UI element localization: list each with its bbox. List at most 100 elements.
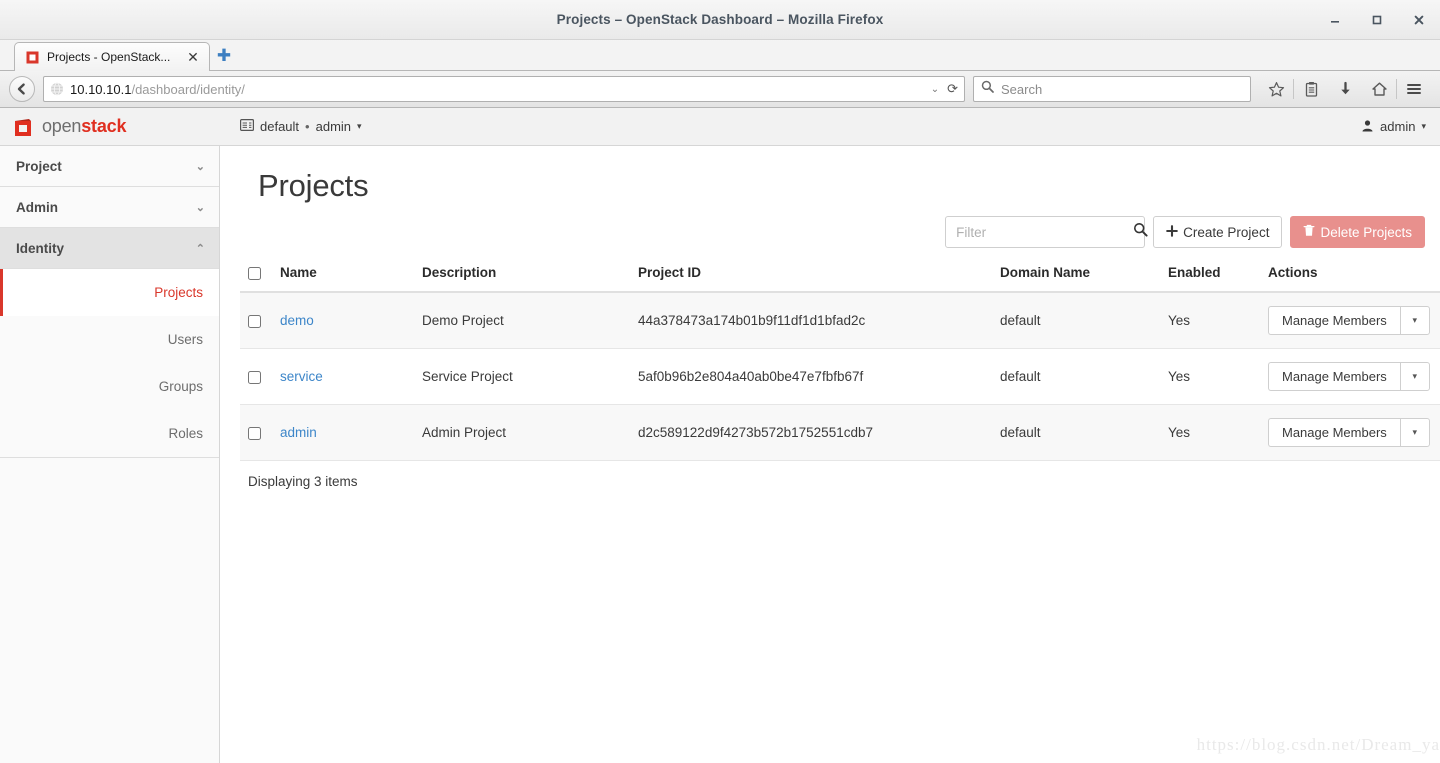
row-actions-dropdown-toggle[interactable]: ▾	[1399, 306, 1430, 335]
plus-icon	[1166, 224, 1179, 240]
chevron-down-icon[interactable]: ⌄	[931, 84, 939, 95]
browser-toolbar-icons	[1259, 75, 1431, 103]
window-title: Projects – OpenStack Dashboard – Mozilla…	[556, 12, 884, 27]
openstack-cube-icon	[12, 116, 34, 138]
sidebar-group-label: Project	[16, 158, 62, 174]
hamburger-menu-icon[interactable]	[1397, 75, 1431, 103]
cell-actions: Manage Members ▾	[1260, 292, 1440, 349]
back-button[interactable]	[9, 76, 35, 102]
cell-description: Service Project	[414, 348, 630, 405]
sidebar-item-groups[interactable]: Groups	[0, 363, 219, 410]
openstack-dashboard: openstack default • admin ▾ admin ▾ Proj…	[0, 108, 1440, 763]
sidebar-item-projects[interactable]: Projects	[0, 269, 219, 316]
url-path: /dashboard/identity/	[131, 81, 245, 97]
openstack-logo[interactable]: openstack	[12, 116, 208, 138]
cell-description: Admin Project	[414, 404, 630, 461]
browser-tab[interactable]: Projects - OpenStack... ✕	[14, 42, 210, 71]
cell-domain-name: default	[992, 292, 1160, 349]
user-icon	[1361, 119, 1374, 135]
cell-enabled: Yes	[1160, 348, 1260, 405]
project-link[interactable]: admin	[280, 425, 317, 440]
chevron-down-icon: ⌄	[195, 201, 205, 214]
browser-window: Projects – OpenStack Dashboard – Mozilla…	[0, 0, 1440, 763]
chevron-down-icon: ▾	[1421, 121, 1426, 131]
header-actions: Actions	[1260, 256, 1440, 293]
chevron-up-icon: ⌃	[195, 242, 205, 255]
address-bar-text: 10.10.10.1/dashboard/identity/	[70, 82, 925, 97]
star-icon[interactable]	[1259, 75, 1293, 103]
search-icon	[981, 80, 994, 98]
browser-search-placeholder: Search	[1001, 81, 1043, 97]
download-icon[interactable]	[1328, 75, 1362, 103]
window-titlebar: Projects – OpenStack Dashboard – Mozilla…	[0, 0, 1440, 40]
header-domain-name[interactable]: Domain Name	[992, 256, 1160, 293]
header-description[interactable]: Description	[414, 256, 630, 293]
filter-input[interactable]	[956, 224, 1134, 240]
context-separator: •	[305, 119, 310, 134]
clipboard-icon[interactable]	[1294, 75, 1328, 103]
manage-members-button[interactable]: Manage Members	[1268, 418, 1400, 447]
row-checkbox[interactable]	[248, 314, 261, 328]
row-checkbox[interactable]	[248, 426, 261, 440]
row-checkbox[interactable]	[248, 370, 261, 384]
manage-members-button[interactable]: Manage Members	[1268, 306, 1400, 335]
sidebar-item-label: Users	[167, 332, 203, 347]
globe-icon	[50, 82, 64, 96]
tab-close-icon[interactable]: ✕	[185, 50, 201, 64]
openstack-favicon-icon	[25, 50, 40, 65]
url-host: 10.10.10.1	[70, 81, 132, 97]
cell-name: admin	[272, 404, 414, 461]
header-name[interactable]: Name	[272, 256, 414, 293]
sidebar-group-identity[interactable]: Identity ⌃	[0, 228, 219, 269]
header-project-id[interactable]: Project ID	[630, 256, 992, 293]
maximize-icon[interactable]	[1366, 9, 1388, 31]
cell-project-id: 44a378473a174b01b9f11df1d1bfad2c	[630, 292, 992, 349]
row-select-cell	[240, 348, 272, 405]
sidebar-group-project[interactable]: Project ⌄	[0, 146, 219, 187]
sidebar-item-roles[interactable]: Roles	[0, 410, 219, 457]
sidebar-item-label: Groups	[158, 379, 203, 394]
home-icon[interactable]	[1362, 75, 1396, 103]
chevron-down-icon: ▾	[357, 121, 362, 131]
dashboard-header: openstack default • admin ▾ admin ▾	[0, 108, 1440, 146]
sidebar-item-label: Roles	[168, 426, 203, 441]
manage-members-button[interactable]: Manage Members	[1268, 362, 1400, 391]
table-body: demo Demo Project 44a378473a174b01b9f11d…	[240, 292, 1440, 461]
sidebar-item-users[interactable]: Users	[0, 316, 219, 363]
row-actions-dropdown-toggle[interactable]: ▾	[1399, 362, 1430, 391]
browser-navbar: 10.10.10.1/dashboard/identity/ ⌄ ⟳ Searc…	[0, 71, 1440, 108]
minimize-icon[interactable]	[1324, 9, 1346, 31]
cell-enabled: Yes	[1160, 404, 1260, 461]
header-enabled[interactable]: Enabled	[1160, 256, 1260, 293]
sidebar-group-label: Admin	[16, 199, 58, 215]
delete-projects-button[interactable]: Delete Projects	[1290, 216, 1425, 248]
sidebar: Project ⌄ Admin ⌄ Identity ⌃ Projects Us…	[0, 146, 220, 763]
openstack-wordmark: openstack	[42, 116, 126, 137]
window-controls	[1324, 0, 1430, 40]
sidebar-group-admin[interactable]: Admin ⌄	[0, 187, 219, 228]
logo-stack-text: stack	[81, 116, 127, 136]
cell-enabled: Yes	[1160, 292, 1260, 349]
filter-input-wrapper[interactable]	[945, 216, 1148, 248]
select-all-checkbox[interactable]	[248, 266, 261, 280]
table-row: admin Admin Project d2c589122d9f4273b572…	[240, 404, 1440, 461]
row-action-group: Manage Members ▾	[1268, 418, 1434, 447]
project-link[interactable]: service	[280, 369, 323, 384]
user-name: admin	[1380, 119, 1416, 134]
dashboard-body: Project ⌄ Admin ⌄ Identity ⌃ Projects Us…	[0, 146, 1440, 763]
browser-search-box[interactable]: Search	[973, 76, 1251, 102]
row-select-cell	[240, 404, 272, 461]
domain-icon	[240, 119, 255, 134]
close-icon[interactable]	[1408, 9, 1430, 31]
search-icon[interactable]	[1133, 222, 1148, 242]
create-project-button[interactable]: Create Project	[1153, 216, 1283, 248]
sidebar-filler	[0, 457, 219, 763]
user-menu[interactable]: admin ▾	[1361, 119, 1426, 135]
header-select-all	[240, 256, 272, 293]
context-switcher[interactable]: default • admin ▾	[240, 119, 362, 134]
reload-icon[interactable]: ⟳	[945, 81, 958, 97]
new-tab-button[interactable]: ✚	[210, 42, 238, 70]
address-bar[interactable]: 10.10.10.1/dashboard/identity/ ⌄ ⟳	[43, 76, 965, 102]
project-link[interactable]: demo	[280, 313, 314, 328]
row-actions-dropdown-toggle[interactable]: ▾	[1399, 418, 1430, 447]
